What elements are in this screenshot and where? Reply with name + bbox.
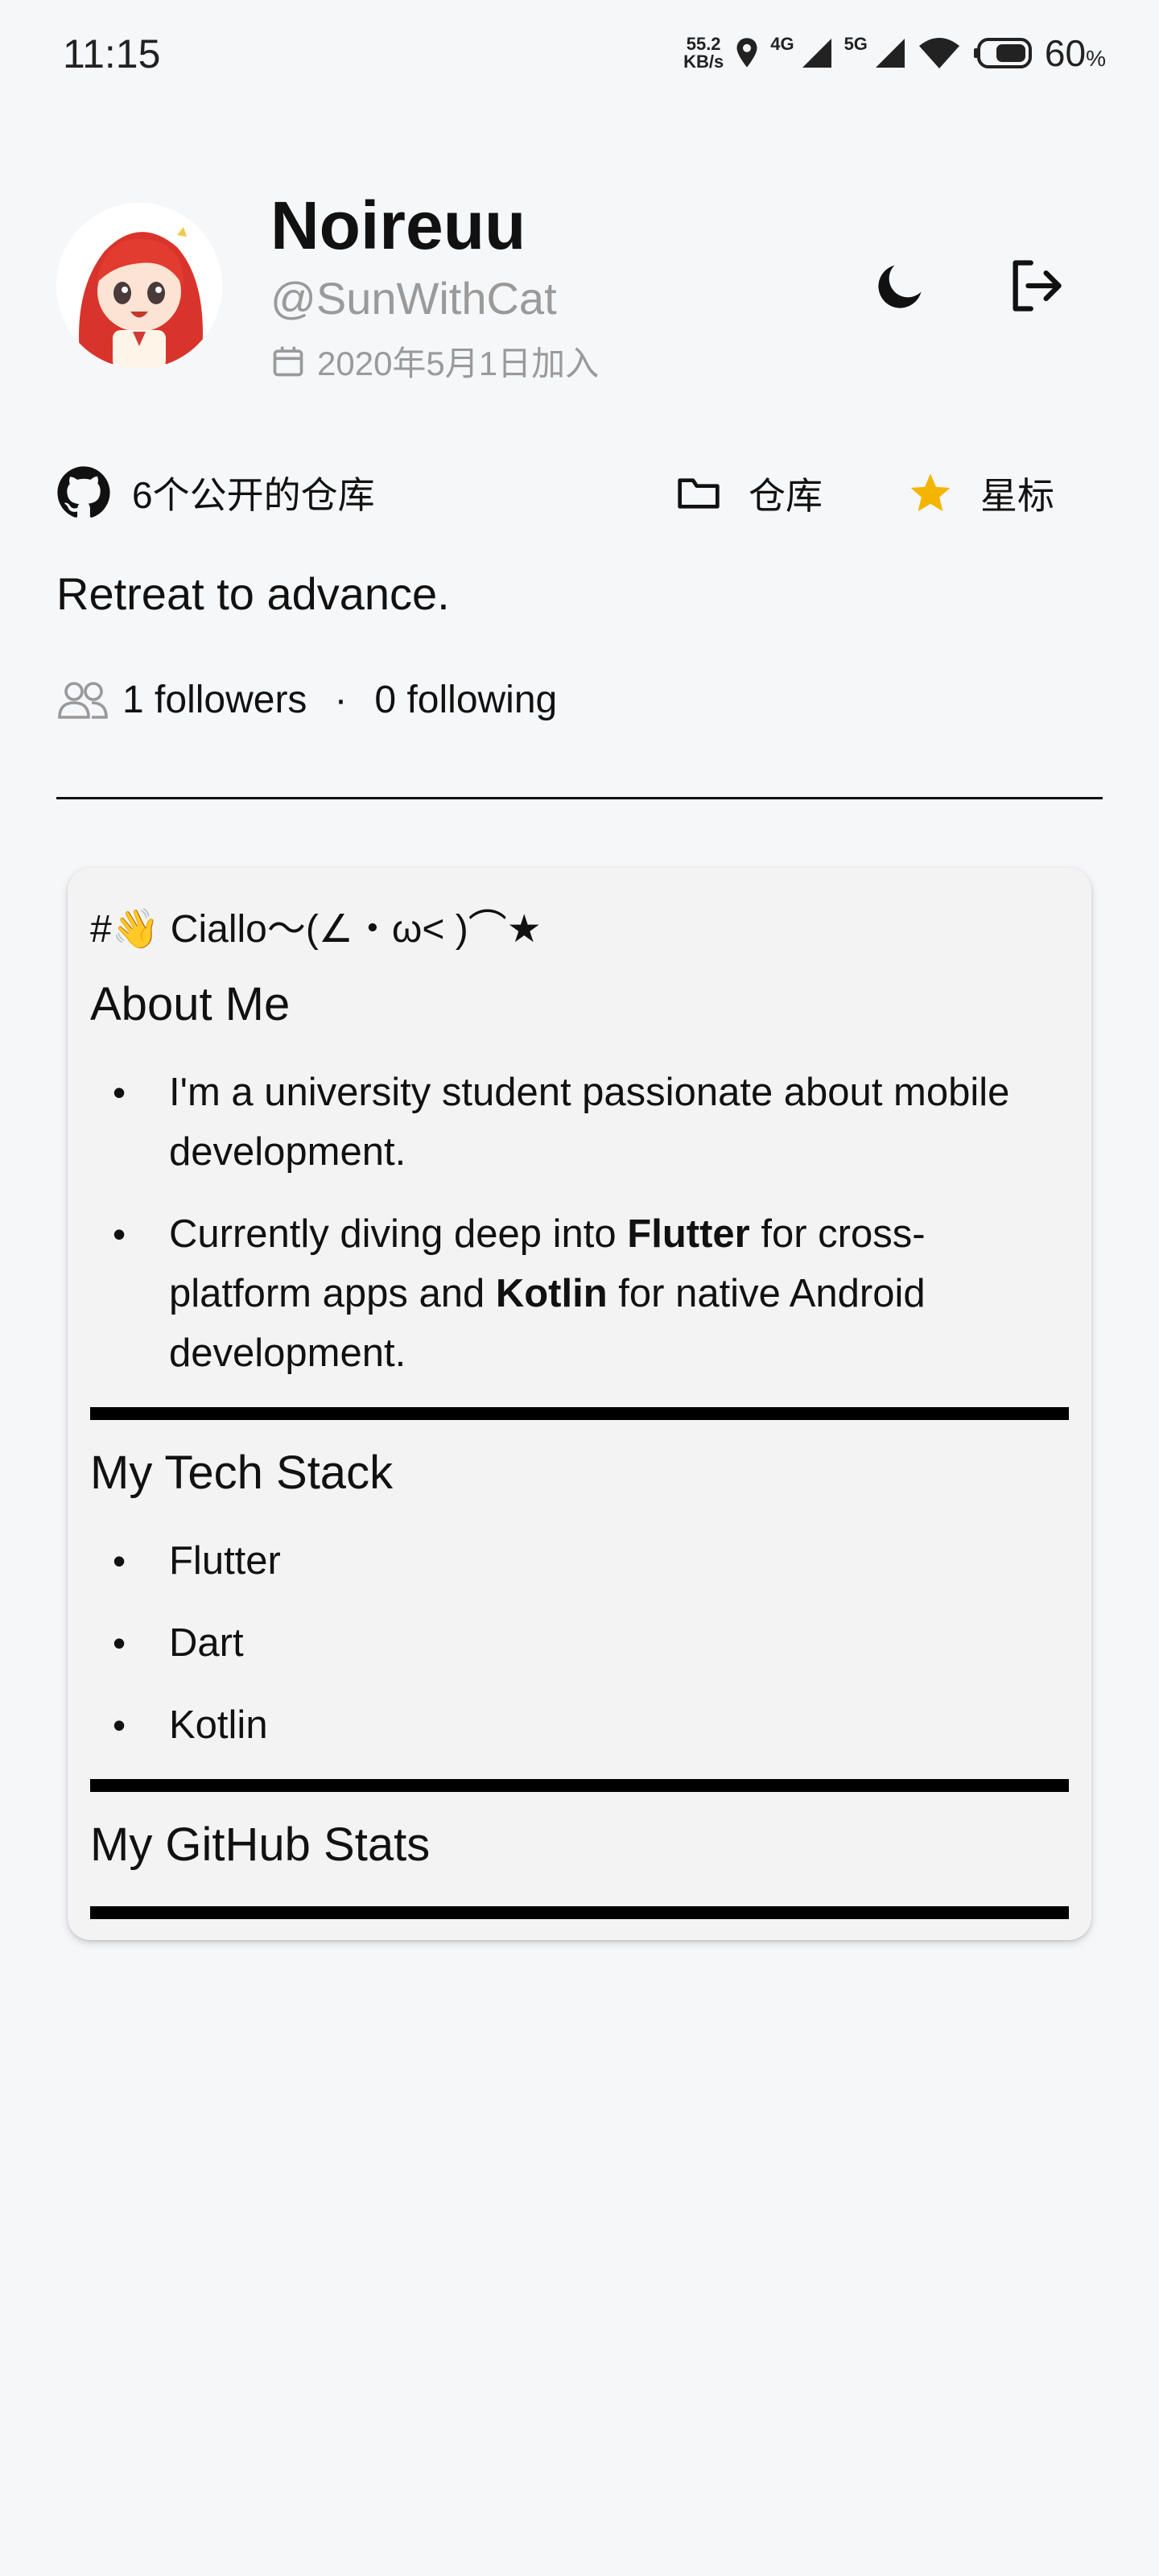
signal-5g-label: 5G	[843, 34, 868, 54]
stars-label: 星标	[980, 475, 1054, 517]
heading-rule	[90, 1779, 1069, 1792]
heading-rule	[90, 1407, 1069, 1420]
follow-stats: 1 followers · 0 following	[56, 678, 557, 722]
readme-title: #👋 Ciallo～(∠・ω< )⌒★	[90, 908, 542, 951]
list-item: I'm a university student passionate abou…	[90, 1063, 1056, 1182]
list-item: Dart	[90, 1613, 1056, 1673]
moon-icon	[878, 265, 922, 308]
status-time: 11:15	[63, 31, 161, 76]
list-item: Flutter	[90, 1531, 1056, 1591]
profile-bio: Retreat to advance.	[56, 568, 450, 619]
stars-button[interactable]: 星标	[908, 467, 1054, 520]
signal-4g-label: 4G	[770, 34, 794, 54]
avatar-illustration	[56, 203, 222, 369]
public-repos: 6个公开的仓库	[56, 465, 375, 520]
about-list: I'm a university student passionate abou…	[90, 1063, 1056, 1383]
list-item: Currently diving deep into Flutter for c…	[90, 1204, 1056, 1383]
about-heading: About Me	[90, 978, 291, 1030]
followers-link[interactable]: 1 followers	[122, 678, 307, 722]
wifi-icon	[918, 38, 959, 68]
follow-separator: ·	[334, 679, 348, 721]
cell-signal-icon-2	[875, 39, 905, 68]
profile-handle: @SunWithCat	[270, 273, 557, 324]
join-date-text: 2020年5月1日加入	[317, 345, 600, 382]
logout-button[interactable]	[992, 242, 1080, 330]
list-item: Kotlin	[90, 1695, 1056, 1755]
profile-name: Noireuu	[270, 188, 526, 263]
star-icon	[910, 473, 951, 512]
status-indicators: 55.2 KB/s 4G 5G 60%	[683, 29, 1106, 77]
tech-stack-heading: My Tech Stack	[90, 1447, 394, 1499]
public-repos-text: 6个公开的仓库	[132, 474, 375, 516]
github-stats-heading: My GitHub Stats	[90, 1818, 431, 1871]
network-speed: 55.2 KB/s	[683, 34, 724, 72]
status-bar: 11:15 55.2 KB/s 4G 5G 60%	[0, 0, 1159, 105]
logout-icon	[1013, 260, 1062, 312]
theme-toggle-button[interactable]	[856, 242, 945, 330]
github-icon	[57, 466, 110, 518]
repo-row: 6个公开的仓库 仓库 星标	[56, 459, 1103, 531]
people-icon	[58, 681, 108, 719]
battery-percent: 60%	[1044, 32, 1106, 74]
avatar[interactable]	[56, 203, 222, 369]
heading-rule	[90, 1906, 1069, 1919]
repositories-label: 仓库	[749, 475, 823, 517]
cell-signal-icon	[802, 39, 831, 68]
location-icon	[736, 38, 757, 68]
calendar-icon	[273, 346, 303, 376]
tech-stack-list: Flutter Dart Kotlin	[90, 1531, 1056, 1755]
folder-icon	[678, 478, 720, 509]
section-divider	[56, 797, 1103, 799]
readme-card: #👋 Ciallo～(∠・ω< )⌒★ About Me I'm a unive…	[68, 868, 1091, 1940]
following-link[interactable]: 0 following	[374, 678, 557, 722]
battery-icon	[973, 38, 1032, 68]
repositories-button[interactable]: 仓库	[676, 467, 823, 520]
join-date: 2020年5月1日加入	[270, 336, 599, 386]
